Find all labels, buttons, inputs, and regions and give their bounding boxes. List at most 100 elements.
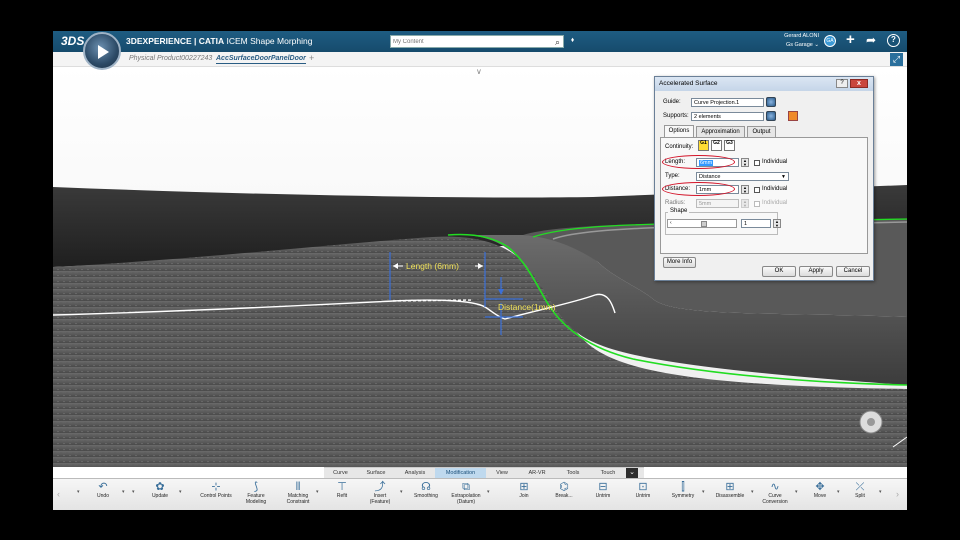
matching-constraint-button[interactable]: ⫴ Matching Constraint (278, 480, 318, 510)
continuity-g1-button[interactable]: G1 (698, 140, 709, 151)
curve-conversion-label: Curve Conversion (762, 493, 788, 505)
split-icon: ⤫ (855, 481, 865, 493)
user-name[interactable]: Gerard ALONI (773, 33, 819, 39)
dialog-help-button[interactable]: ? (836, 79, 848, 88)
add-icon[interactable]: + (846, 31, 855, 48)
product-title: CATIA (198, 36, 225, 46)
length-spinner[interactable]: ▲ ▼ (741, 158, 749, 167)
split-button[interactable]: ⤫ Split (845, 480, 875, 510)
supports-options-icon[interactable] (788, 111, 798, 121)
shape-value-field[interactable]: 1 (741, 219, 771, 228)
guide-field[interactable]: Curve Projection.1 (691, 98, 764, 107)
tab-options[interactable]: Options (664, 125, 694, 137)
refit-button[interactable]: ⊤ Refit (327, 480, 357, 510)
dialog-close-button[interactable]: x (850, 79, 868, 88)
undo-icon: ↶ (98, 481, 108, 493)
avatar[interactable]: GA (824, 35, 836, 47)
insert-feature-button[interactable]: ⤴ Insert (Feature) (363, 480, 397, 510)
length-annotation: Length (6mm) (406, 261, 459, 271)
split-dropdown-icon[interactable]: ▾ (879, 489, 882, 495)
app-window: 3DS 3DEXPERIENCE | CATIA ICEM Shape Morp… (53, 31, 907, 510)
apply-button[interactable]: Apply (799, 266, 833, 277)
disassemble-dropdown-icon[interactable]: ▾ (751, 489, 754, 495)
help-icon[interactable]: ? (887, 34, 900, 47)
length-individual-label: Individual (762, 159, 788, 165)
join-button[interactable]: ⊞ Join (507, 480, 541, 510)
undo-dropdown-icon[interactable]: ▾ (122, 489, 125, 495)
disassemble-label: Disassemble (715, 493, 745, 499)
cancel-button[interactable]: Cancel (836, 266, 870, 277)
break-button[interactable]: ⌬ Break... (547, 480, 581, 510)
user-group[interactable]: Gs Garage ⌄ (771, 42, 819, 48)
guide-picker-icon[interactable] (766, 97, 776, 107)
shape-spinner[interactable]: ▲ ▼ (773, 219, 781, 228)
update-button[interactable]: ✿ Update (142, 480, 178, 510)
chevron-down-icon[interactable]: ⌄ (626, 468, 638, 478)
tab-approximation[interactable]: Approximation (696, 126, 745, 137)
top-bar: 3DS 3DEXPERIENCE | CATIA ICEM Shape Morp… (53, 31, 907, 52)
control-points-icon: ⊹ (211, 481, 221, 493)
untrim-button[interactable]: ⊟ Untrim (586, 480, 620, 510)
move-button[interactable]: ✥ Move (805, 480, 835, 510)
symmetry-dropdown-icon[interactable]: ▾ (702, 489, 705, 495)
3ds-logo-icon[interactable]: 3DS (61, 34, 84, 48)
disassemble-button[interactable]: ⊞ Disassemble (710, 480, 750, 510)
share-icon[interactable]: ➦ (866, 33, 876, 47)
feature-modeling-button[interactable]: ⟆ Feature Modeling (237, 480, 275, 510)
supports-picker-icon[interactable] (766, 111, 776, 121)
curve-conversion-button[interactable]: ∿ Curve Conversion (756, 480, 794, 510)
supports-field[interactable]: 2 elements (691, 112, 764, 121)
chevron-down-icon[interactable]: ∨ (476, 67, 482, 76)
curve-conversion-dropdown-icon[interactable]: ▾ (795, 489, 798, 495)
extrapolation-dropdown-icon[interactable]: ▾ (487, 489, 490, 495)
dialog-title: Accelerated Surface (659, 80, 718, 87)
symmetry-button[interactable]: ⫿ Symmetry (665, 480, 701, 510)
control-points-button[interactable]: ⊹ Control Points (198, 480, 234, 510)
smoothing-icon: ☊ (421, 481, 431, 493)
slider-thumb[interactable] (701, 221, 707, 227)
undo-button[interactable]: ↶ Undo (86, 480, 120, 510)
untrim-2-icon: ⊡ (638, 481, 648, 493)
distance-highlight-ring (662, 182, 735, 196)
search-icon[interactable]: ⌕ (555, 37, 560, 48)
tag-icon[interactable]: ⬪ (571, 34, 574, 47)
shape-slider[interactable]: ‹ › (667, 219, 744, 228)
compass-play-icon[interactable] (83, 32, 121, 70)
scroll-left-icon[interactable]: ‹ (57, 489, 60, 499)
move-label: Move (813, 493, 827, 499)
more-info-button[interactable]: More Info (663, 257, 696, 268)
add-tab-icon[interactable]: + (309, 53, 314, 63)
search-input[interactable] (393, 37, 543, 47)
break-label: Break... (555, 493, 573, 499)
refit-label: Refit (336, 493, 348, 499)
expand-icon[interactable]: ⤢ (890, 53, 903, 66)
tab-acc-surface[interactable]: AccSurfaceDoorPanelDoor (216, 55, 306, 64)
ok-button[interactable]: OK (762, 266, 796, 277)
tab-output[interactable]: Output (747, 126, 776, 137)
tab-physical-product[interactable]: Physical Product00227243 (129, 55, 212, 62)
length-individual-checkbox[interactable] (754, 160, 760, 166)
continuity-g3-button[interactable]: G3 (724, 140, 735, 151)
type-label: Type: (665, 173, 680, 179)
type-dropdown[interactable]: Distance ▼ (696, 172, 789, 181)
dropdown-icon[interactable]: ▾ (77, 489, 80, 495)
distance-spinner[interactable]: ▲ ▼ (741, 185, 749, 194)
distance-individual-label: Individual (762, 186, 788, 192)
radius-spinner: ▲ ▼ (741, 199, 749, 208)
insert-dropdown-icon[interactable]: ▾ (400, 489, 403, 495)
distance-individual-checkbox[interactable] (754, 187, 760, 193)
move-dropdown-icon[interactable]: ▾ (837, 489, 840, 495)
untrim-2-button[interactable]: ⊡ Untrim (626, 480, 660, 510)
join-label: Join (519, 493, 529, 499)
update-dropdown-icon[interactable]: ▾ (179, 489, 182, 495)
search-box[interactable]: ⌕ (390, 35, 564, 48)
continuity-g2-button[interactable]: G2 (711, 140, 722, 151)
dropdown-icon[interactable]: ▾ (132, 489, 135, 495)
app-title: 3DEXPERIENCE | CATIA ICEM Shape Morphing (126, 36, 312, 46)
extrapolation-button[interactable]: ⧉ Extrapolation (Datum) (447, 480, 485, 510)
scroll-right-icon[interactable]: › (896, 489, 899, 499)
slider-left-arrow-icon[interactable]: ‹ (670, 220, 672, 226)
smoothing-button[interactable]: ☊ Smoothing (409, 480, 443, 510)
matching-dropdown-icon[interactable]: ▾ (316, 489, 319, 495)
dialog-titlebar[interactable]: Accelerated Surface ? x (655, 77, 873, 91)
